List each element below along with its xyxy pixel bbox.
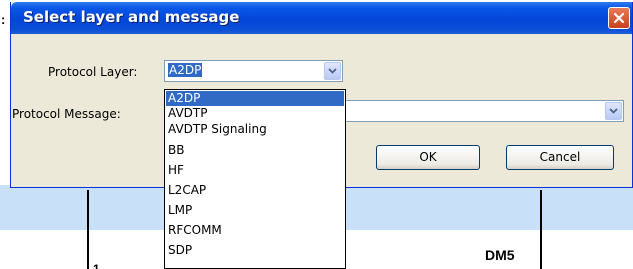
background-dm5-label: DM5 [485, 247, 515, 263]
ok-button[interactable]: OK [376, 145, 480, 170]
protocol-layer-label: Protocol Layer: [48, 65, 138, 79]
protocol-layer-dropdown-button[interactable] [324, 62, 341, 80]
protocol-layer-dropdown-list: A2DP AVDTP AVDTP Signaling BB HF L2CAP L… [164, 89, 346, 269]
dropdown-option[interactable]: SDP [166, 243, 344, 258]
close-icon [613, 12, 625, 24]
background-colon-text: : [1, 12, 6, 27]
protocol-message-label: Protocol Message: [12, 107, 121, 121]
dropdown-option[interactable]: AVDTP [166, 106, 344, 121]
dropdown-option[interactable]: AVDTP Signaling [166, 122, 344, 137]
protocol-layer-value: A2DP [168, 63, 203, 77]
protocol-layer-select[interactable]: A2DP [164, 60, 343, 82]
chevron-down-icon [328, 68, 337, 74]
dropdown-option[interactable]: L2CAP [166, 183, 344, 198]
close-button[interactable] [608, 7, 630, 29]
dropdown-option[interactable]: LMP [166, 203, 344, 218]
protocol-message-dropdown-button[interactable] [605, 102, 622, 120]
dropdown-option[interactable]: RFCOMM [166, 223, 344, 238]
background-line-right [540, 190, 542, 269]
dropdown-option[interactable]: A2DP [166, 91, 344, 106]
chevron-down-icon [609, 108, 618, 114]
dialog-titlebar[interactable]: Select layer and message [11, 2, 632, 34]
dropdown-option[interactable]: BB [166, 143, 344, 158]
background-one-label: 1 [93, 262, 100, 269]
dialog-title: Select layer and message [23, 8, 240, 26]
dropdown-option[interactable]: HF [166, 163, 344, 178]
background-line-left [87, 190, 89, 269]
cancel-button[interactable]: Cancel [506, 145, 614, 170]
